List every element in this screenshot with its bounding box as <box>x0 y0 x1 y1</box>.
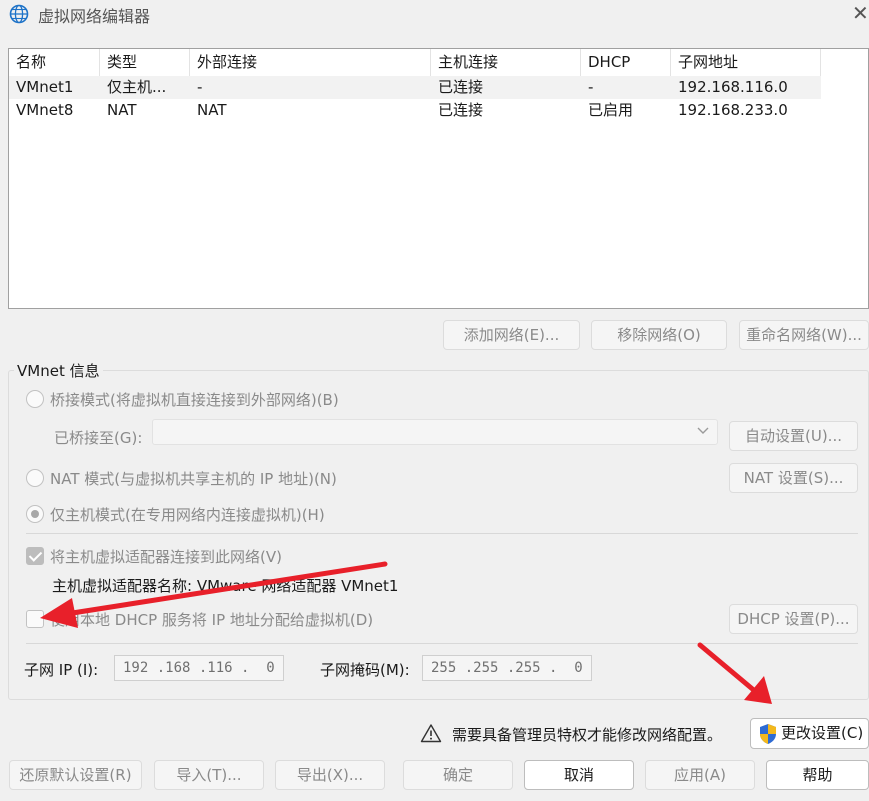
chevron-down-icon <box>697 427 709 434</box>
column-header-dhcp[interactable]: DHCP <box>581 49 671 76</box>
nat-settings-button[interactable]: NAT 设置(S)... <box>729 463 858 493</box>
table-row[interactable]: VMnet8 NAT NAT 已连接 已启用 192.168.233.0 <box>9 99 821 122</box>
connect-adapter-label: 将主机虚拟适配器连接到此网络(V) <box>50 548 282 566</box>
add-network-button[interactable]: 添加网络(E)... <box>443 320 580 350</box>
host-only-mode-label: 仅主机模式(在专用网络内连接虚拟机)(H) <box>50 506 325 524</box>
globe-icon <box>9 4 29 24</box>
adapter-name-label: 主机虚拟适配器名称: VMware 网络适配器 VMnet1 <box>52 577 399 595</box>
section-divider <box>26 643 858 644</box>
subnet-mask-field[interactable]: 255 .255 .255 . 0 <box>422 655 592 681</box>
list-header: 名称 类型 外部连接 主机连接 DHCP 子网地址 <box>9 49 868 76</box>
network-list[interactable]: 名称 类型 外部连接 主机连接 DHCP 子网地址 VMnet1 仅主机... … <box>8 48 869 309</box>
column-header-name[interactable]: 名称 <box>9 49 100 76</box>
nat-mode-radio[interactable] <box>26 469 44 487</box>
subnet-ip-label: 子网 IP (I): <box>24 661 99 679</box>
cell-type: 仅主机... <box>107 78 167 96</box>
apply-button[interactable]: 应用(A) <box>645 760 755 790</box>
column-header-type[interactable]: 类型 <box>100 49 190 76</box>
table-row[interactable]: VMnet1 仅主机... - 已连接 - 192.168.116.0 <box>9 76 821 99</box>
bridged-to-label: 已桥接至(G): <box>54 429 143 447</box>
title-bar: 虚拟网络编辑器 ✕ <box>0 0 869 30</box>
cell-name: VMnet8 <box>16 101 74 119</box>
dhcp-label: 使用本地 DHCP 服务将 IP 地址分配给虚拟机(D) <box>50 611 374 629</box>
cell-external: NAT <box>197 101 227 119</box>
rename-network-button[interactable]: 重命名网络(W)... <box>739 320 869 350</box>
dhcp-checkbox[interactable] <box>26 610 44 628</box>
change-settings-label: 更改设置(C) <box>781 724 864 742</box>
connect-adapter-checkbox[interactable] <box>26 547 44 565</box>
bridged-mode-label: 桥接模式(将虚拟机直接连接到外部网络)(B) <box>50 391 339 409</box>
cell-host: 已连接 <box>438 101 484 119</box>
cell-name: VMnet1 <box>16 78 74 96</box>
dhcp-settings-button[interactable]: DHCP 设置(P)... <box>729 604 858 634</box>
cell-type: NAT <box>107 101 137 119</box>
import-button[interactable]: 导入(T)... <box>154 760 264 790</box>
change-settings-button[interactable]: 更改设置(C) <box>750 718 869 749</box>
subnet-ip-field[interactable]: 192 .168 .116 . 0 <box>114 655 284 681</box>
remove-network-button[interactable]: 移除网络(O) <box>591 320 727 350</box>
auto-settings-button[interactable]: 自动设置(U)... <box>729 421 858 451</box>
column-header-external[interactable]: 外部连接 <box>190 49 431 76</box>
help-button[interactable]: 帮助 <box>766 760 869 790</box>
cell-subnet: 192.168.233.0 <box>678 101 788 119</box>
restore-defaults-button[interactable]: 还原默认设置(R) <box>9 760 142 790</box>
subnet-mask-label: 子网掩码(M): <box>320 661 410 679</box>
window-title: 虚拟网络编辑器 <box>38 7 151 26</box>
section-divider <box>26 533 858 534</box>
cell-external: - <box>197 78 203 96</box>
warning-icon <box>420 724 442 743</box>
vmnet-info-label: VMnet 信息 <box>14 360 103 381</box>
host-only-mode-radio[interactable] <box>26 505 44 523</box>
cell-dhcp: - <box>588 78 594 96</box>
cell-dhcp: 已启用 <box>588 101 634 119</box>
cell-subnet: 192.168.116.0 <box>678 78 788 96</box>
column-header-subnet[interactable]: 子网地址 <box>671 49 821 76</box>
bridged-mode-radio[interactable] <box>26 390 44 408</box>
nat-mode-label: NAT 模式(与虚拟机共享主机的 IP 地址)(N) <box>50 470 337 488</box>
close-button[interactable]: ✕ <box>852 2 869 26</box>
ok-button[interactable]: 确定 <box>403 760 513 790</box>
cancel-button[interactable]: 取消 <box>524 760 634 790</box>
column-header-host[interactable]: 主机连接 <box>431 49 581 76</box>
bridged-to-select[interactable] <box>152 419 718 445</box>
admin-notice-text: 需要具备管理员特权才能修改网络配置。 <box>452 726 723 744</box>
cell-host: 已连接 <box>438 78 484 96</box>
uac-shield-icon <box>760 724 776 744</box>
export-button[interactable]: 导出(X)... <box>275 760 385 790</box>
